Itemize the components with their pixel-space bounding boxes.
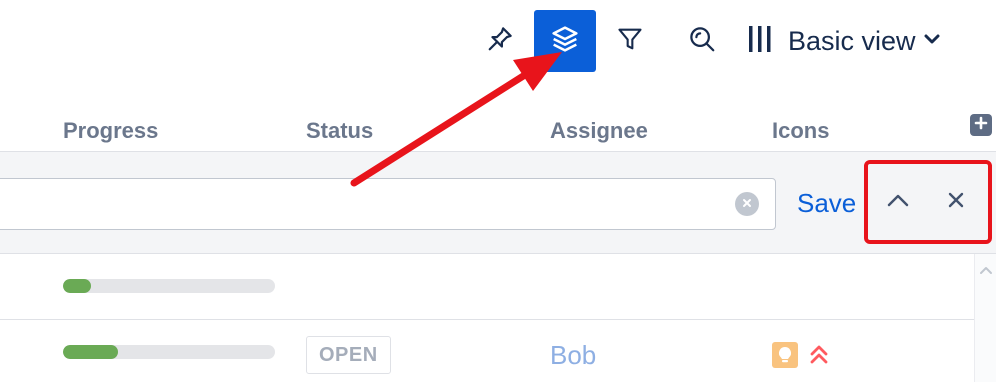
toolbar: Basic view xyxy=(468,10,988,72)
search-button[interactable] xyxy=(676,10,728,72)
assignee-name[interactable]: Bob xyxy=(550,340,596,371)
scroll-up-icon[interactable] xyxy=(979,262,993,280)
filter-search-box xyxy=(0,178,776,230)
chevron-down-icon xyxy=(924,32,940,50)
add-column-button[interactable] xyxy=(970,114,992,136)
scrollbar[interactable] xyxy=(974,254,996,382)
column-header-status[interactable]: Status xyxy=(306,118,373,144)
clear-icon xyxy=(742,195,752,213)
filter-button[interactable] xyxy=(606,10,654,72)
table-row[interactable]: OPEN Bob xyxy=(0,320,974,382)
clear-search-button[interactable] xyxy=(735,192,759,216)
view-selector-label: Basic view xyxy=(788,25,916,56)
progress-bar-fill xyxy=(63,345,119,359)
filter-bar: Save xyxy=(0,152,996,254)
column-header-progress[interactable]: Progress xyxy=(63,118,158,144)
view-selector[interactable]: Basic view xyxy=(748,10,958,72)
progress-bar xyxy=(63,279,275,293)
column-header-icons[interactable]: Icons xyxy=(772,118,829,144)
search-icon xyxy=(687,24,717,59)
filter-search-input[interactable] xyxy=(0,179,697,227)
status-badge[interactable]: OPEN xyxy=(306,336,391,374)
progress-bar xyxy=(63,345,275,359)
lightbulb-icon xyxy=(772,342,798,368)
table-row[interactable] xyxy=(0,254,974,320)
save-button[interactable]: Save xyxy=(797,188,856,219)
layers-icon xyxy=(548,22,582,61)
layers-button[interactable] xyxy=(534,10,596,72)
progress-bar-fill xyxy=(63,279,91,293)
columns-icon xyxy=(748,24,772,59)
plus-icon xyxy=(974,116,988,135)
column-header-assignee[interactable]: Assignee xyxy=(550,118,648,144)
pin-button[interactable] xyxy=(476,10,524,72)
highest-priority-icon xyxy=(806,342,832,368)
table-header: Progress Status Assignee Icons xyxy=(0,108,996,152)
pin-icon xyxy=(485,24,515,59)
annotation-highlight-box xyxy=(864,160,992,244)
table-body: OPEN Bob xyxy=(0,254,974,382)
filter-icon xyxy=(616,24,644,59)
